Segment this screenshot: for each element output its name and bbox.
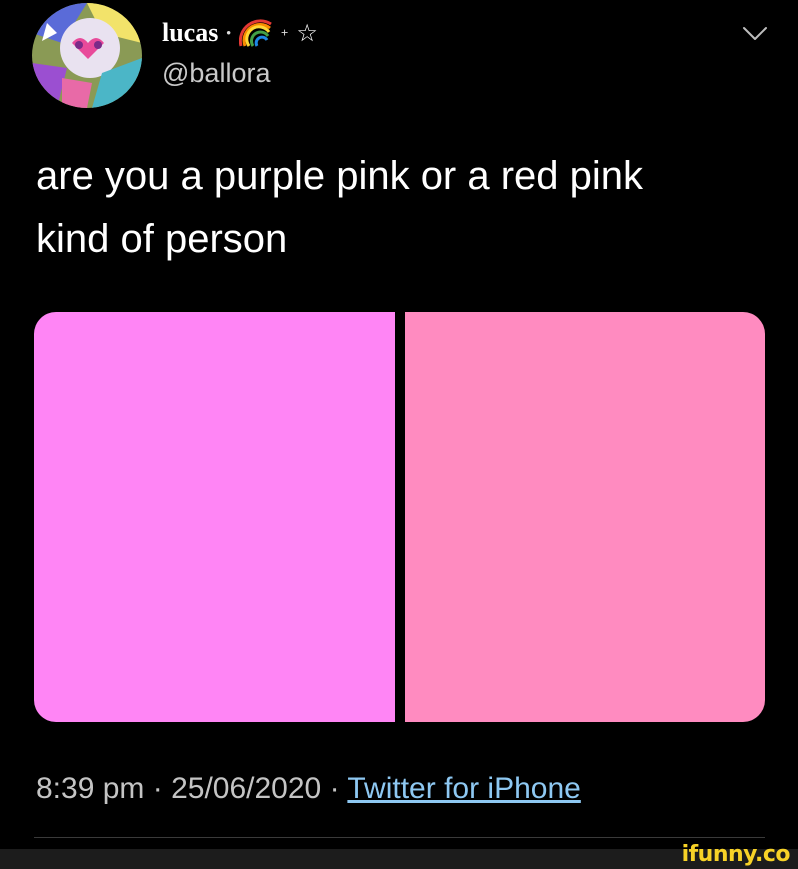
avatar[interactable] <box>32 3 142 108</box>
tweet-time: 8:39 pm <box>36 772 145 805</box>
tweet-text: are you a purple pink or a red pink kind… <box>36 154 644 261</box>
watermark-logo: ifunny.co <box>681 842 791 867</box>
tweet-meta: 8:39 pm · 25/06/2020 · Twitter for iPhon… <box>36 772 581 806</box>
meta-separator: · <box>152 772 163 805</box>
meta-separator: · <box>329 772 340 805</box>
handle[interactable]: @ballora <box>162 58 270 89</box>
tweet-media[interactable] <box>34 312 765 722</box>
name-decoration-dot: • <box>226 25 231 40</box>
star-icon: ☆ <box>296 19 318 47</box>
tweet-date: 25/06/2020 <box>171 772 322 805</box>
display-name[interactable]: lucas <box>162 18 218 48</box>
display-name-row[interactable]: lucas • + ☆ <box>162 18 318 48</box>
red-pink-swatch[interactable] <box>404 312 765 722</box>
divider <box>34 837 765 838</box>
avatar-image <box>32 3 142 108</box>
footer-bar <box>0 849 798 869</box>
name-decoration-plus: + <box>280 25 289 40</box>
rainbow-icon <box>238 18 273 48</box>
purple-pink-swatch[interactable] <box>34 312 395 722</box>
chevron-down-icon[interactable] <box>742 25 768 43</box>
tweet-header: lucas • + ☆ @ballora <box>0 0 798 120</box>
tweet-source-link[interactable]: Twitter for iPhone <box>347 772 580 805</box>
